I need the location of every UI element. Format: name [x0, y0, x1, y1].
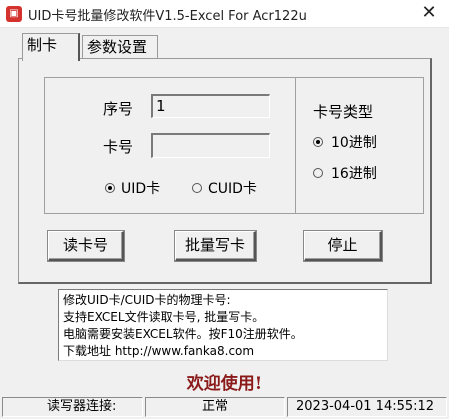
cuid-card-label[interactable]: CUID卡	[208, 178, 257, 198]
hex-label[interactable]: 16进制	[331, 163, 377, 183]
app-icon: ▣	[6, 6, 22, 22]
tab-settings[interactable]: 参数设置	[82, 35, 158, 60]
close-button[interactable]: ✕	[409, 0, 449, 28]
tab-make-card[interactable]: 制卡	[22, 33, 80, 61]
card-type-title: 卡号类型	[313, 103, 374, 121]
batch-write-button[interactable]: 批量写卡	[175, 231, 256, 261]
connection-status: 正常	[145, 397, 285, 417]
read-card-button[interactable]: 读卡号	[48, 231, 124, 261]
info-line: 支持EXCEL文件读取卡号, 批量写卡。	[63, 310, 265, 324]
serial-input[interactable]: 1	[151, 94, 270, 118]
group-divider	[295, 77, 296, 214]
hex-radio[interactable]	[313, 168, 323, 178]
info-line: 电脑需要安装EXCEL软件。按F10注册软件。	[63, 327, 303, 341]
status-bar: 读写器连接: 正常 2023-04-01 14:55:12	[0, 395, 449, 419]
decimal-radio[interactable]	[313, 137, 323, 147]
cuid-card-radio[interactable]	[192, 183, 202, 193]
title-bar: ▣ UID卡号批量修改软件V1.5-Excel For Acr122u ✕	[0, 0, 449, 28]
card-number-input[interactable]	[151, 133, 270, 158]
info-text-box[interactable]: 修改UID卡/CUID卡的物理卡号: 支持EXCEL文件读取卡号, 批量写卡。 …	[58, 289, 388, 361]
window-title: UID卡号批量修改软件V1.5-Excel For Acr122u	[28, 9, 307, 24]
stop-button[interactable]: 停止	[304, 231, 382, 261]
welcome-text: 欢迎使用!	[186, 374, 263, 394]
info-line: 修改UID卡/CUID卡的物理卡号:	[63, 293, 231, 307]
serial-label: 序号	[103, 100, 134, 118]
uid-card-radio[interactable]	[105, 183, 115, 193]
decimal-label[interactable]: 10进制	[331, 132, 377, 152]
info-line: 下载地址 http://www.fanka8.com	[63, 344, 255, 358]
status-datetime: 2023-04-01 14:55:12	[287, 397, 447, 417]
uid-card-label[interactable]: UID卡	[121, 178, 160, 198]
reader-connection-label: 读写器连接:	[2, 397, 143, 417]
card-number-label: 卡号	[103, 138, 134, 156]
